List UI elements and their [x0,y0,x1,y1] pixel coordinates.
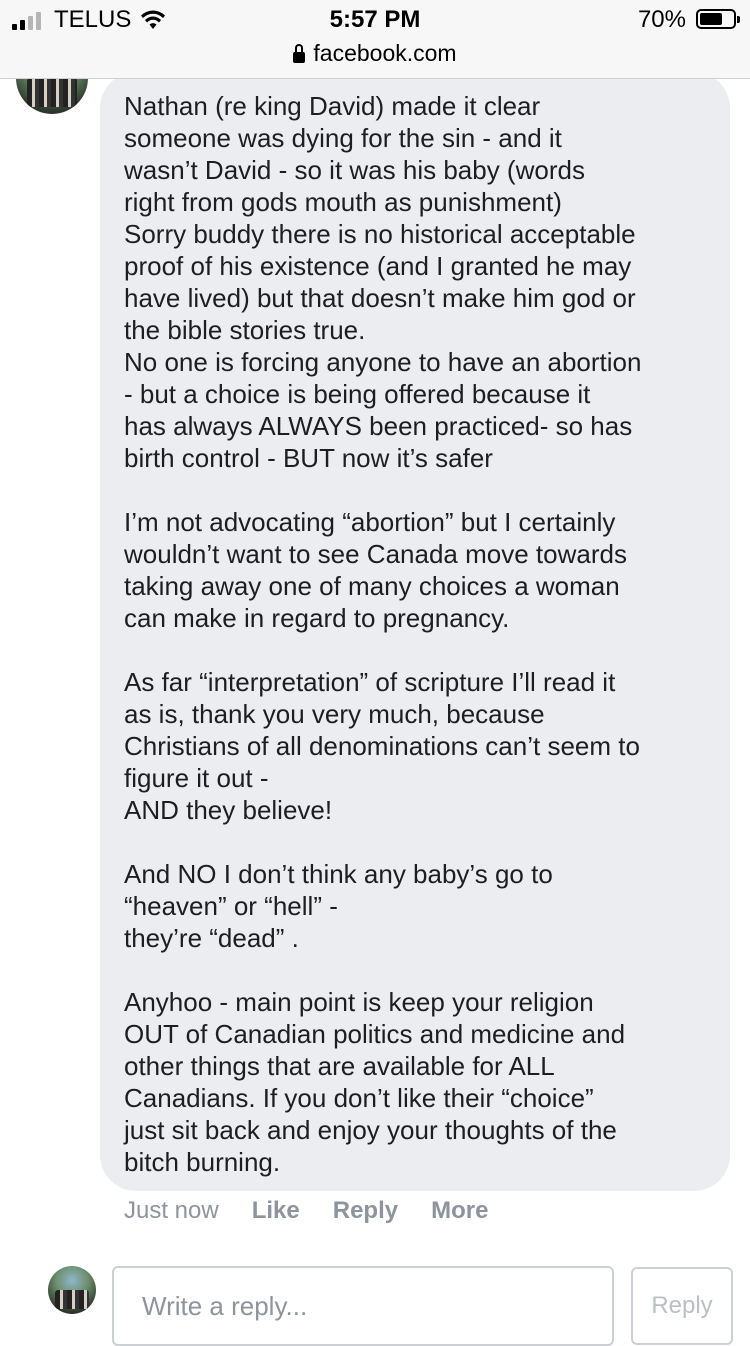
battery-icon [696,9,740,29]
reply-input[interactable] [112,1266,614,1346]
comment-text: Nathan (re king David) made it clear som… [124,91,642,1177]
reply-submit-button[interactable]: Reply [631,1267,733,1345]
like-button[interactable]: Like [252,1197,300,1225]
reply-link[interactable]: Reply [333,1197,398,1225]
browser-status-bar: TELUS 5:57 PM 70% facebook.com [0,0,750,79]
battery-percent: 70% [637,6,686,33]
lock-icon [293,44,306,63]
url-text: facebook.com [313,40,457,66]
battery-level [700,13,723,25]
comment-timestamp: Just now [124,1197,219,1224]
current-user-avatar [48,1266,96,1314]
comment-actions: Just now Like Reply More [124,1197,488,1225]
comment-bubble: Nathan (re king David) made it clear som… [100,72,730,1191]
more-button[interactable]: More [431,1197,488,1225]
address-bar[interactable]: facebook.com [0,40,750,67]
